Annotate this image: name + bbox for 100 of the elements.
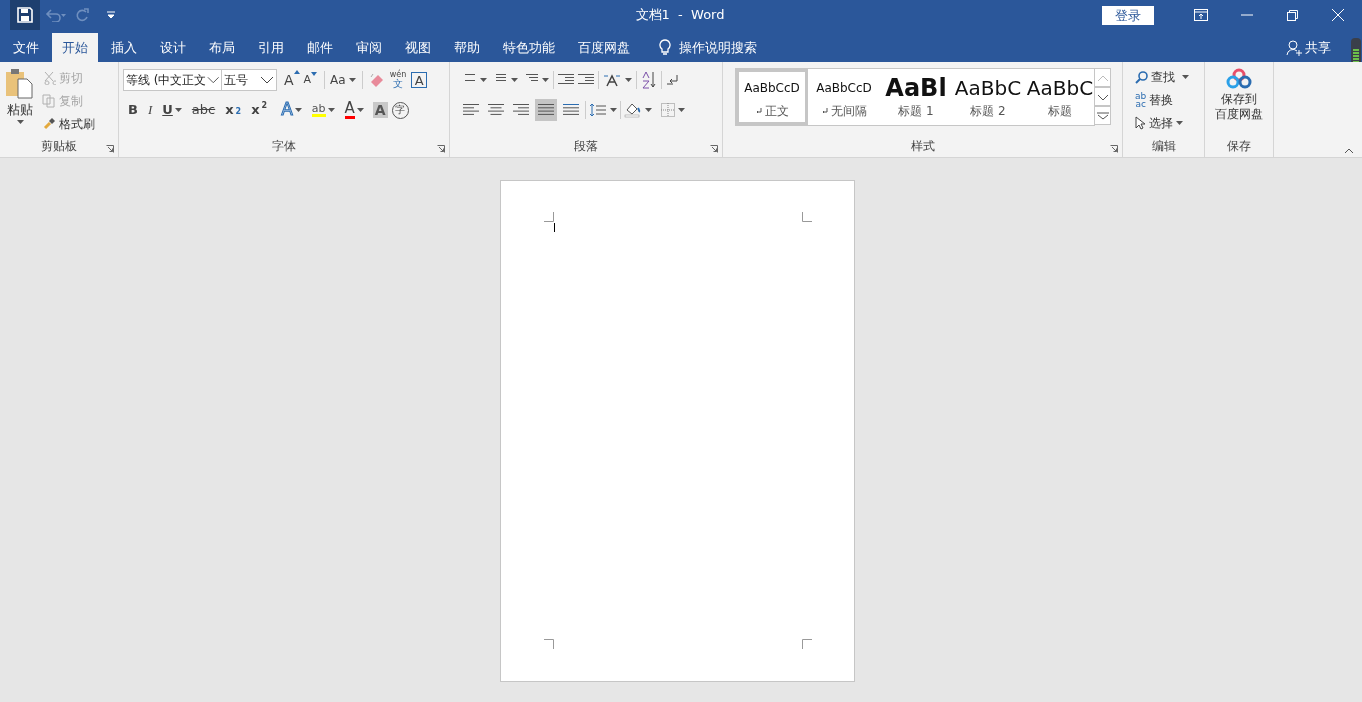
ribbon-tab[interactable]: 审阅 — [346, 33, 392, 62]
ribbon-tab[interactable]: 开始 — [52, 33, 98, 62]
dialog-launcher-icon[interactable] — [106, 145, 114, 153]
expand-icon — [1096, 111, 1109, 120]
increase-indent-icon — [578, 73, 594, 87]
bold-button[interactable]: B — [123, 99, 143, 121]
style-item[interactable]: AaBbC 标题 2 — [952, 69, 1024, 125]
dropdown-caret-icon — [1176, 121, 1183, 125]
dropdown-caret-icon — [1182, 75, 1189, 79]
style-item[interactable]: AaBbCcD 正文 — [736, 69, 808, 125]
underline-button[interactable]: U — [157, 99, 187, 121]
phonetic-guide-button[interactable]: wén 文 — [389, 71, 407, 89]
margin-corner-icon — [801, 212, 812, 222]
margin-corner-icon — [801, 639, 812, 649]
dropdown-caret-icon — [511, 78, 518, 82]
ribbon-tab[interactable]: 邮件 — [297, 33, 343, 62]
search-icon — [1135, 70, 1148, 84]
dropdown-caret-icon — [678, 108, 685, 112]
ribbon-tab[interactable]: 插入 — [101, 33, 147, 62]
ribbon-tab[interactable]: 布局 — [199, 33, 245, 62]
change-case-button[interactable]: Aa — [330, 71, 356, 89]
strikethrough-button[interactable]: abc — [186, 99, 221, 121]
font-size-dropdown[interactable]: 五号 — [222, 69, 277, 91]
alignment-button[interactable] — [535, 99, 557, 121]
ribbon-tab[interactable]: 设计 — [150, 33, 196, 62]
copy-icon — [42, 93, 56, 108]
scissors-icon — [42, 70, 56, 85]
group-label: 段落 — [573, 138, 599, 155]
paste-button[interactable]: 粘贴 — [4, 68, 36, 133]
dropdown-caret-icon — [174, 108, 182, 112]
dialog-launcher-icon[interactable] — [710, 145, 718, 153]
character-border-button[interactable]: A — [411, 72, 428, 88]
shading-bucket-icon[interactable] — [624, 102, 642, 118]
ribbon-tab[interactable]: 文件 — [3, 33, 49, 62]
paragraph-mark-icon[interactable] — [666, 73, 680, 87]
dialog-launcher-icon[interactable] — [437, 145, 445, 153]
dropdown-caret-icon — [610, 108, 617, 112]
italic-button[interactable]: I — [142, 99, 158, 121]
format-painter-button[interactable]: 格式刷 — [42, 114, 95, 133]
font-name-dropdown[interactable]: 等线 (中文正文 — [123, 69, 222, 91]
shrink-font-button[interactable]: A — [301, 71, 320, 89]
customize-toolbar-icon[interactable] — [106, 11, 116, 19]
dialog-launcher-icon[interactable] — [1110, 145, 1118, 153]
chevron-down-icon — [1096, 92, 1109, 101]
lightbulb-icon — [659, 39, 671, 56]
dropdown-caret-icon — [16, 119, 24, 124]
style-item[interactable]: AaBl 标题 1 — [880, 69, 952, 125]
ribbon-display-icon[interactable] — [1194, 9, 1208, 21]
restore-icon[interactable] — [1287, 9, 1298, 21]
tell-me-search[interactable]: 操作说明搜索 — [679, 37, 757, 58]
group-label: 字体 — [271, 138, 297, 155]
style-item[interactable]: AaBbCcD 无间隔 — [808, 69, 880, 125]
ribbon-tab[interactable]: 引用 — [248, 33, 294, 62]
font-color-button[interactable]: A — [339, 99, 369, 121]
clipboard-icon — [5, 68, 35, 100]
scroll-down-button[interactable] — [1094, 87, 1111, 106]
save-icon[interactable] — [10, 0, 40, 30]
login-button[interactable]: 登录 — [1102, 5, 1154, 25]
dropdown-caret-icon — [645, 108, 652, 112]
character-shading-button[interactable]: A — [372, 102, 388, 118]
chevron-down-icon — [206, 76, 219, 84]
highlight-button[interactable]: ab — [306, 99, 340, 121]
share-button[interactable]: 共享 — [1305, 37, 1331, 58]
text-direction-icon[interactable] — [603, 73, 621, 87]
superscript-button[interactable]: x$^{2}$ — [246, 99, 273, 121]
dropdown-caret-icon — [294, 108, 302, 112]
select-button[interactable]: 选择 — [1135, 114, 1200, 132]
align-lines-icon — [538, 104, 554, 116]
paintbrush-icon — [42, 116, 56, 131]
group-label: 样式 — [909, 138, 936, 155]
dropdown-caret-icon — [480, 78, 487, 82]
margin-corner-icon — [543, 212, 554, 222]
cloud-logo-icon — [1226, 68, 1252, 90]
find-button[interactable]: 查找 — [1135, 68, 1200, 86]
triangle-down-icon — [311, 71, 318, 76]
ribbon-tab[interactable]: 特色功能 — [493, 33, 565, 62]
dropdown-caret-icon — [348, 78, 356, 82]
return-mark-icon — [755, 107, 762, 115]
grow-font-button[interactable]: A — [282, 69, 302, 91]
align-lines-icon — [488, 104, 504, 116]
sort-icon[interactable] — [641, 71, 657, 89]
ribbon-tab[interactable]: 帮助 — [444, 33, 490, 62]
triangle-up-icon — [293, 69, 300, 74]
group-label: 剪贴板 — [40, 138, 78, 155]
collapse-ribbon-icon[interactable] — [1344, 148, 1354, 154]
text-cursor — [553, 223, 555, 232]
margin-corner-icon — [543, 639, 554, 649]
ribbon-tab[interactable]: 视图 — [395, 33, 441, 62]
dropdown-caret-icon — [356, 108, 364, 112]
align-lines-icon — [563, 104, 579, 116]
save-to-cloud-button[interactable]: 保存到 百度网盘 — [1209, 68, 1269, 122]
group-label: 保存 — [1226, 138, 1252, 155]
add-user-icon[interactable] — [1286, 39, 1302, 56]
line-spacing-icon[interactable] — [589, 103, 607, 117]
style-item[interactable]: AaBbC 标题 — [1024, 69, 1094, 125]
group-label: 编辑 — [1150, 138, 1177, 155]
more-styles-button[interactable] — [1094, 106, 1111, 125]
dropdown-caret-icon — [327, 108, 335, 112]
ribbon-tab[interactable]: 百度网盘 — [568, 33, 640, 62]
close-icon[interactable] — [1332, 9, 1344, 21]
